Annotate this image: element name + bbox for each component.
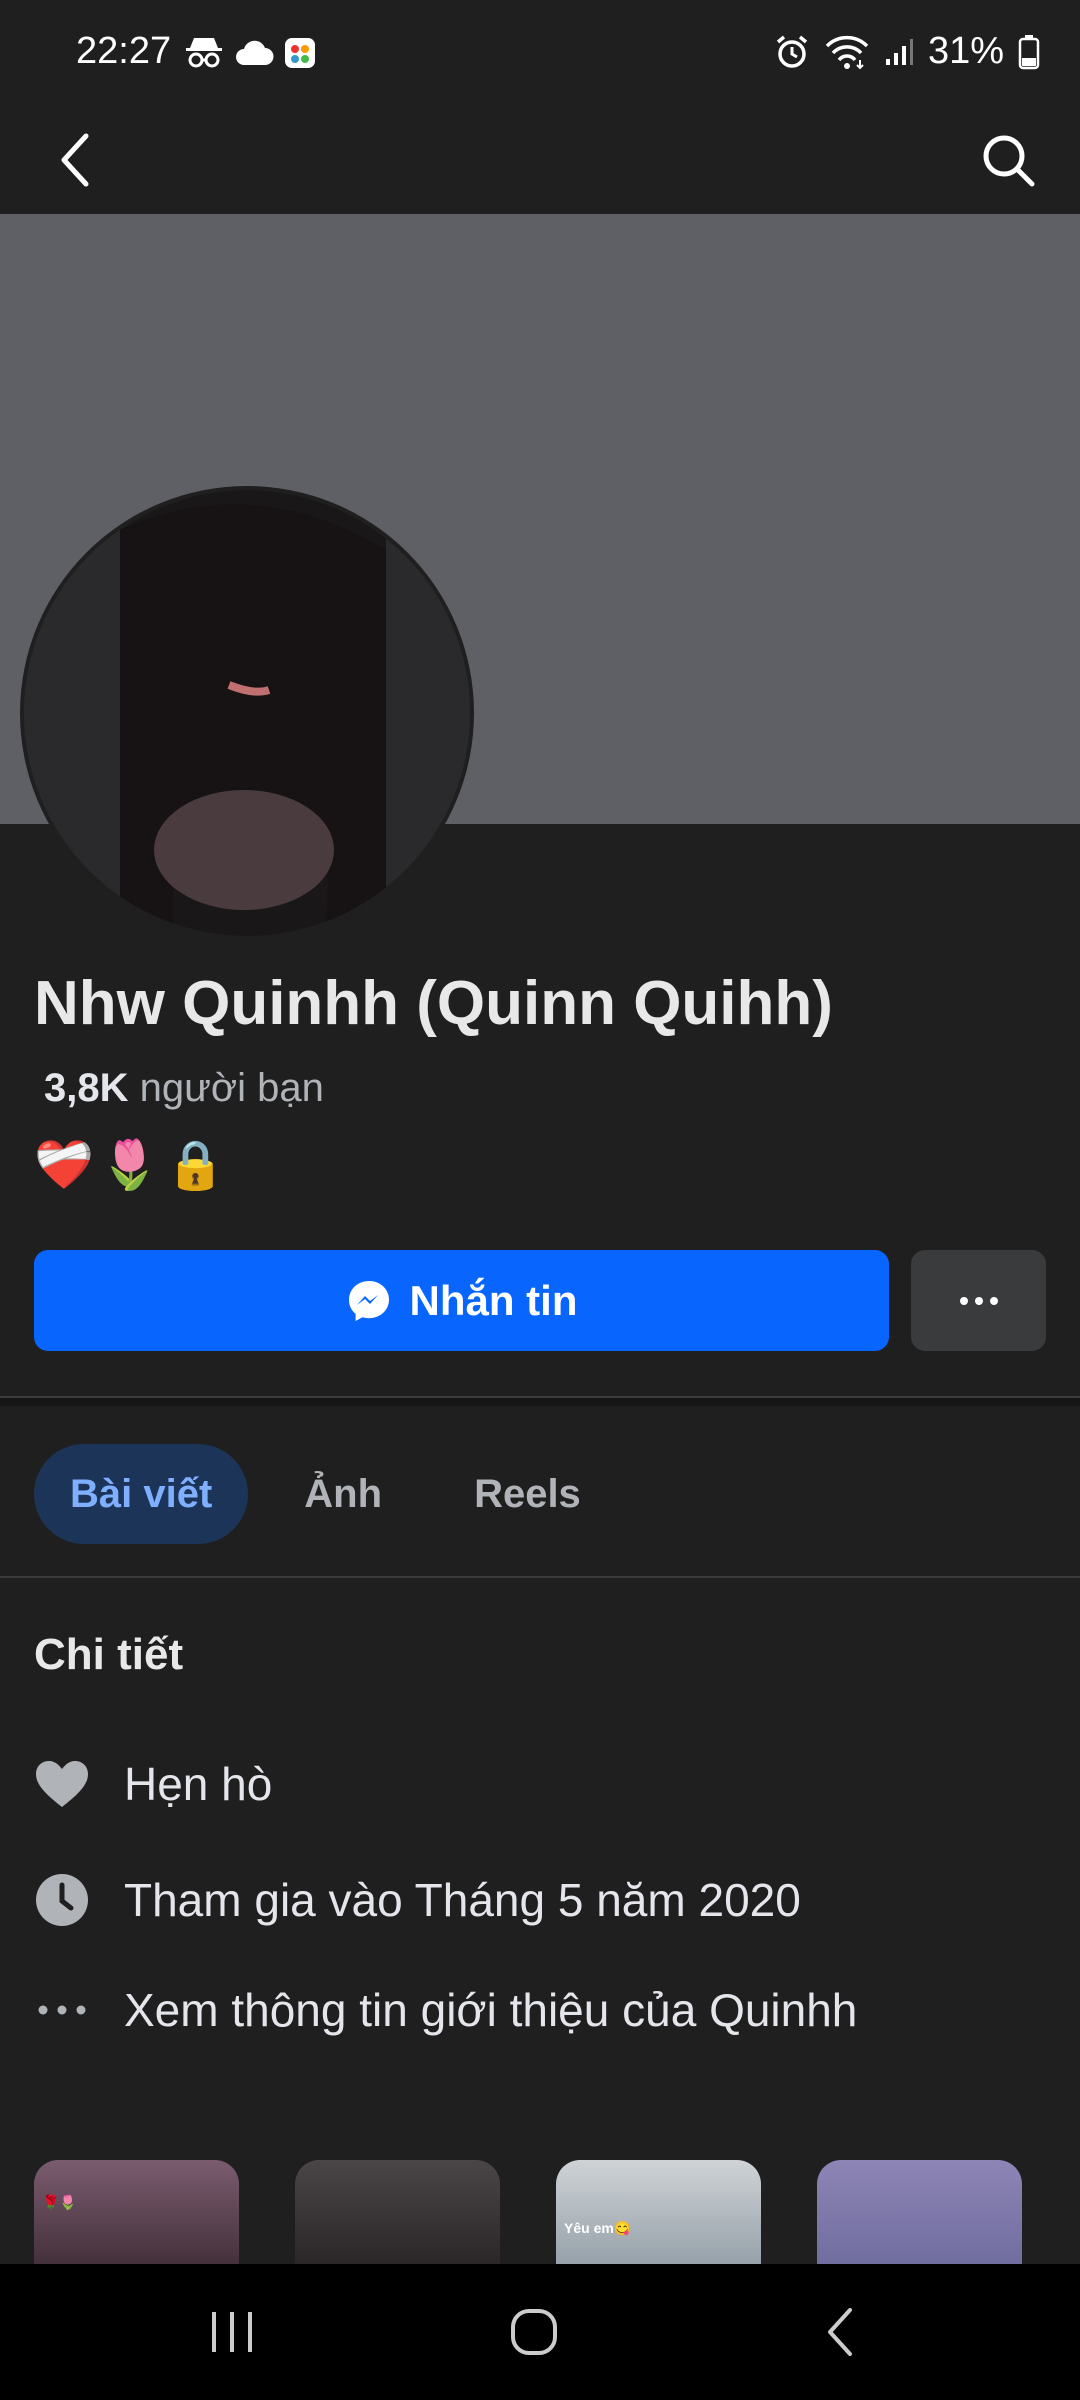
message-button[interactable]: Nhắn tin bbox=[34, 1250, 889, 1351]
heart-icon bbox=[34, 1756, 90, 1812]
status-right: 31% bbox=[774, 30, 1040, 73]
profile-tabs: Bài viết Ảnh Reels bbox=[34, 1444, 617, 1544]
tab-reels[interactable]: Reels bbox=[438, 1444, 617, 1544]
detail-text: Xem thông tin giới thiệu của Quinhh bbox=[124, 1984, 858, 2036]
messenger-icon bbox=[348, 1280, 389, 1321]
recents-icon bbox=[212, 2312, 252, 2352]
alarm-icon bbox=[776, 35, 808, 68]
home-button[interactable] bbox=[484, 2292, 584, 2372]
status-time: 22:27 bbox=[76, 30, 172, 72]
back-button[interactable] bbox=[40, 124, 112, 196]
more-dots-icon bbox=[34, 1982, 90, 2038]
photo-thumbnail[interactable]: 🌹🌷 bbox=[34, 2160, 239, 2280]
thumb-caption: Yêu em😋 bbox=[564, 2220, 632, 2236]
photo-thumbnail[interactable] bbox=[817, 2160, 1022, 2280]
incognito-icon bbox=[186, 38, 222, 68]
clock-icon bbox=[34, 1872, 90, 1928]
friends-count[interactable]: 3,8K người bạn bbox=[44, 1066, 324, 1111]
cloud-icon bbox=[236, 40, 274, 65]
detail-joined: Tham gia vào Tháng 5 năm 2020 bbox=[34, 1872, 801, 1928]
status-bar: 22:27 31% bbox=[0, 0, 1080, 110]
thumb-caption: 🌹🌷 bbox=[42, 2194, 77, 2210]
bio-emojis: ❤️‍🩹 🌷 🔒 bbox=[34, 1136, 225, 1193]
details-title: Chi tiết bbox=[34, 1630, 184, 1679]
detail-text: Hẹn hò bbox=[124, 1758, 273, 1810]
photo-thumbnail[interactable] bbox=[295, 2160, 500, 2280]
back-icon bbox=[828, 2308, 852, 2356]
signal-icon bbox=[885, 38, 913, 65]
search-button[interactable] bbox=[972, 124, 1044, 196]
message-button-label: Nhắn tin bbox=[409, 1276, 578, 1324]
battery-icon bbox=[1018, 34, 1040, 69]
system-nav-bar bbox=[0, 2264, 1080, 2400]
app-icon bbox=[285, 38, 315, 68]
detail-see-about[interactable]: Xem thông tin giới thiệu của Quinhh bbox=[34, 1982, 857, 2038]
profile-name: Nhw Quinhh (Quinn Quihh) bbox=[34, 969, 833, 1038]
photo-thumbnail[interactable]: Yêu em😋 bbox=[556, 2160, 761, 2280]
section-divider bbox=[0, 1396, 1080, 1406]
bio-emoji: ❤️‍🩹 bbox=[34, 1139, 94, 1192]
more-horizontal-icon bbox=[959, 1296, 998, 1305]
battery-percent: 31% bbox=[927, 30, 1004, 72]
bio-emoji: 🔒 bbox=[165, 1139, 226, 1192]
tab-posts[interactable]: Bài viết bbox=[34, 1444, 249, 1544]
home-icon bbox=[511, 2309, 557, 2355]
tab-photos[interactable]: Ảnh bbox=[268, 1444, 418, 1544]
photo-thumbnails: 🌹🌷 Yêu em😋 bbox=[34, 2160, 1022, 2280]
recents-button[interactable] bbox=[183, 2292, 283, 2372]
top-app-bar bbox=[0, 110, 1080, 214]
more-options-button[interactable] bbox=[911, 1250, 1046, 1351]
friends-label: người bạn bbox=[139, 1066, 324, 1110]
tabs-divider bbox=[0, 1576, 1080, 1578]
nav-back-button[interactable] bbox=[790, 2292, 890, 2372]
bio-emoji: 🌷 bbox=[99, 1139, 160, 1192]
friends-number: 3,8K bbox=[44, 1066, 129, 1110]
detail-relationship: Hẹn hò bbox=[34, 1756, 272, 1812]
profile-avatar[interactable] bbox=[20, 486, 474, 940]
detail-text: Tham gia vào Tháng 5 năm 2020 bbox=[124, 1874, 801, 1926]
status-left-icons bbox=[184, 36, 316, 70]
avatar-image bbox=[24, 490, 470, 936]
wifi-icon bbox=[825, 35, 869, 69]
back-arrow-icon bbox=[61, 133, 89, 187]
search-icon bbox=[983, 135, 1035, 187]
